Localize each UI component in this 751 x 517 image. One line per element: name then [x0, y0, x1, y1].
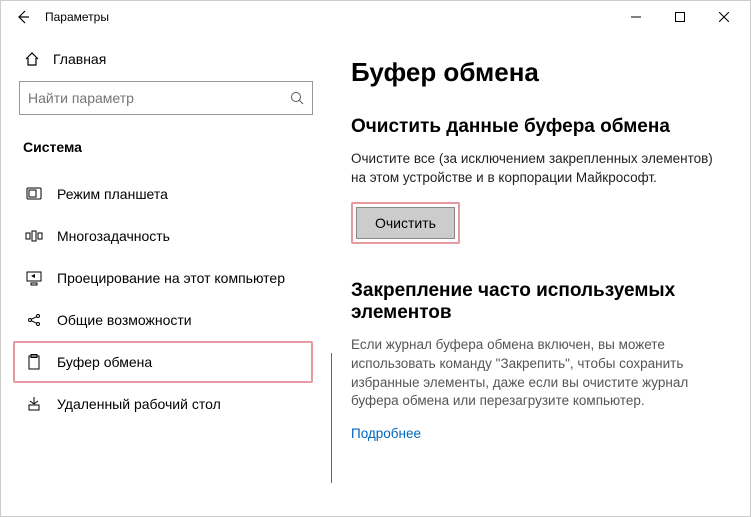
sidebar-nav: Режим планшета Многозадачность Проециров…: [19, 173, 313, 425]
sidebar-item-label: Проецирование на этот компьютер: [57, 270, 285, 286]
clipboard-icon: [25, 353, 43, 371]
clear-button[interactable]: Очистить: [356, 207, 455, 239]
learn-more-link[interactable]: Подробнее: [351, 426, 421, 441]
close-icon: [719, 12, 729, 22]
remote-icon: [25, 395, 43, 413]
titlebar: Параметры: [1, 1, 750, 33]
sidebar-item-tablet-mode[interactable]: Режим планшета: [19, 173, 313, 215]
sidebar-item-shared-experiences[interactable]: Общие возможности: [19, 299, 313, 341]
arrow-left-icon: [15, 9, 31, 25]
sidebar-item-projecting[interactable]: Проецирование на этот компьютер: [19, 257, 313, 299]
pin-heading: Закрепление часто используемых элементов: [351, 280, 722, 324]
maximize-icon: [675, 12, 685, 22]
sidebar-home[interactable]: Главная: [19, 43, 313, 81]
divider: [331, 353, 332, 483]
minimize-icon: [631, 12, 641, 22]
page-title: Буфер обмена: [351, 57, 722, 88]
sidebar-item-label: Удаленный рабочий стол: [57, 396, 221, 412]
sidebar-item-label: Многозадачность: [57, 228, 170, 244]
sidebar-home-label: Главная: [53, 51, 106, 67]
clear-heading: Очистить данные буфера обмена: [351, 116, 722, 138]
tablet-icon: [25, 185, 43, 203]
project-icon: [25, 269, 43, 287]
sidebar-section: Система: [19, 133, 313, 173]
sidebar-item-label: Общие возможности: [57, 312, 192, 328]
search-icon: [290, 91, 304, 105]
pin-description: Если журнал буфера обмена включен, вы мо…: [351, 336, 722, 412]
close-button[interactable]: [702, 1, 746, 33]
sidebar-item-multitasking[interactable]: Многозадачность: [19, 215, 313, 257]
shared-icon: [25, 311, 43, 329]
sidebar-item-clipboard[interactable]: Буфер обмена: [13, 341, 313, 383]
sidebar-item-remote-desktop[interactable]: Удаленный рабочий стол: [19, 383, 313, 425]
search-box[interactable]: [19, 81, 313, 115]
clear-button-highlight: Очистить: [351, 202, 460, 244]
sidebar-item-label: Режим планшета: [57, 186, 168, 202]
multitask-icon: [25, 227, 43, 245]
home-icon: [23, 51, 41, 67]
minimize-button[interactable]: [614, 1, 658, 33]
maximize-button[interactable]: [658, 1, 702, 33]
clear-description: Очистите все (за исключением закрепленны…: [351, 150, 722, 188]
sidebar: Главная Система Режим планшета: [1, 33, 331, 516]
sidebar-item-label: Буфер обмена: [57, 354, 152, 370]
content: Буфер обмена Очистить данные буфера обме…: [331, 33, 750, 516]
back-button[interactable]: [5, 1, 41, 33]
search-input[interactable]: [28, 90, 290, 106]
window-title: Параметры: [45, 10, 109, 24]
